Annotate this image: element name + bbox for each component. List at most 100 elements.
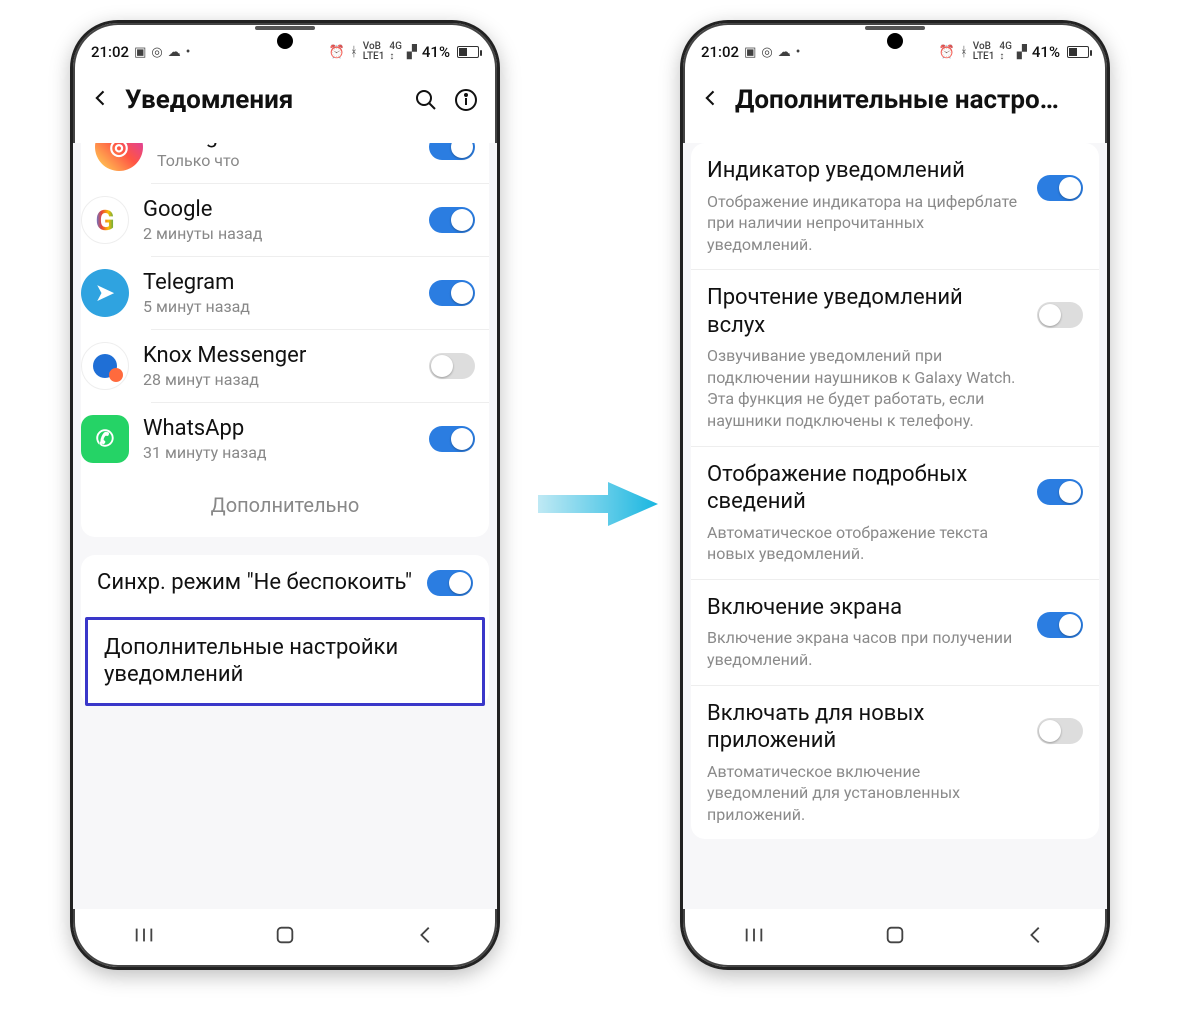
setting-title: Включать для новых приложений: [707, 700, 1023, 755]
setting-title: Индикатор уведомлений: [707, 157, 1023, 185]
volte-icon: VoBLTE1: [363, 42, 385, 62]
phone-speaker: [865, 26, 925, 30]
settings-card: Индикатор уведомлений Отображение индикат…: [691, 143, 1099, 839]
setting-toggle[interactable]: [1037, 302, 1083, 328]
app-row-google[interactable]: GGoogle2 минуты назад: [151, 183, 489, 256]
picture-icon: ▣: [744, 45, 756, 60]
home-icon[interactable]: [274, 924, 296, 950]
setting-desc: Включение экрана часов при получении уве…: [707, 627, 1023, 670]
app-toggle[interactable]: [429, 143, 475, 160]
dot-icon: •: [796, 45, 801, 60]
setting-title: Включение экрана: [707, 594, 1023, 622]
cloud-icon: ☁: [778, 45, 791, 60]
network-4g-icon: 4G↕: [389, 42, 402, 62]
bluetooth-icon: ᚼ: [960, 45, 968, 60]
page-title: Дополнительные настро…: [735, 85, 1089, 115]
home-icon[interactable]: [884, 924, 906, 950]
setting-title: Прочтение уведомлений вслух: [707, 284, 1023, 339]
app-row-whatsapp[interactable]: ✆WhatsApp31 минуту назад: [151, 402, 489, 475]
app-subtitle: 5 минут назад: [143, 297, 415, 316]
setting-row-1[interactable]: Прочтение уведомлений вслух Озвучивание у…: [691, 269, 1099, 445]
alarm-icon: ⏰: [939, 45, 955, 60]
apps-card: ◎InstagramТолько чтоGGoogle2 минуты наза…: [81, 143, 489, 537]
back-icon[interactable]: [701, 88, 721, 112]
nav-bar: [683, 915, 1107, 959]
app-toggle[interactable]: [429, 280, 475, 306]
signal-icon: ▞: [407, 45, 417, 60]
telegram-icon: ➤: [81, 269, 129, 317]
knox-icon: [81, 342, 129, 390]
dot-icon: •: [186, 45, 191, 60]
app-subtitle: 28 минут назад: [143, 370, 415, 389]
app-row-instagram[interactable]: ◎InstagramТолько что: [81, 143, 489, 183]
header: Дополнительные настро…: [683, 71, 1107, 125]
setting-toggle[interactable]: [1037, 175, 1083, 201]
camera-icon: ◎: [151, 45, 162, 60]
app-name: Instagram: [157, 143, 415, 149]
app-name: Google: [143, 197, 415, 222]
advanced-settings-label: Дополнительные настройки уведомлений: [104, 634, 466, 689]
app-row-knox[interactable]: Knox Messenger28 минут назад: [151, 329, 489, 402]
phone-camera: [277, 33, 293, 49]
app-subtitle: Только что: [157, 151, 415, 170]
signal-icon: ▞: [1017, 45, 1027, 60]
dnd-sync-label: Синхр. режим "Не беспокоить": [97, 569, 413, 597]
setting-row-2[interactable]: Отображение подробных сведений Автоматиче…: [691, 446, 1099, 579]
setting-desc: Озвучивание уведомлений при подключении …: [707, 345, 1023, 431]
phone-camera: [887, 33, 903, 49]
whatsapp-icon: ✆: [81, 415, 129, 463]
app-subtitle: 31 минуту назад: [143, 443, 415, 462]
app-toggle[interactable]: [429, 207, 475, 233]
transition-arrow-icon: [538, 480, 658, 528]
setting-row-4[interactable]: Включать для новых приложений Автоматичес…: [691, 685, 1099, 840]
battery-icon: [1067, 46, 1089, 58]
camera-icon: ◎: [761, 45, 772, 60]
battery-text: 41%: [1032, 43, 1060, 61]
setting-desc: Отображение индикатора на циферблате при…: [707, 191, 1023, 256]
nav-bar: [73, 915, 497, 959]
google-icon: G: [81, 196, 129, 244]
cloud-icon: ☁: [168, 45, 181, 60]
content-scroll[interactable]: ◎InstagramТолько чтоGGoogle2 минуты наза…: [73, 143, 497, 909]
recents-icon[interactable]: [133, 924, 155, 950]
app-subtitle: 2 минуты назад: [143, 224, 415, 243]
back-nav-icon[interactable]: [1025, 924, 1047, 950]
back-icon[interactable]: [91, 88, 111, 112]
app-toggle[interactable]: [429, 426, 475, 452]
phone-right: 21:02 ▣ ◎ ☁ • ⏰ ᚼ VoBLTE1 4G↕ ▞ 41% Допо…: [680, 20, 1110, 970]
dnd-sync-toggle[interactable]: [427, 570, 473, 596]
network-4g-icon: 4G↕: [999, 42, 1012, 62]
content-scroll[interactable]: Индикатор уведомлений Отображение индикат…: [683, 143, 1107, 909]
setting-desc: Автоматическое отображение текста новых …: [707, 522, 1023, 565]
setting-toggle[interactable]: [1037, 479, 1083, 505]
setting-desc: Автоматическое включение уведомлений для…: [707, 761, 1023, 826]
header: Уведомления: [73, 71, 497, 125]
advanced-settings-row[interactable]: Дополнительные настройки уведомлений: [85, 617, 485, 706]
app-name: WhatsApp: [143, 416, 415, 441]
app-name: Knox Messenger: [143, 343, 415, 368]
phone-speaker: [255, 26, 315, 30]
setting-toggle[interactable]: [1037, 718, 1083, 744]
setting-toggle[interactable]: [1037, 612, 1083, 638]
info-icon[interactable]: [453, 87, 479, 113]
setting-title: Отображение подробных сведений: [707, 461, 1023, 516]
back-nav-icon[interactable]: [415, 924, 437, 950]
volte-icon: VoBLTE1: [973, 42, 995, 62]
more-button[interactable]: Дополнительно: [81, 475, 489, 537]
picture-icon: ▣: [134, 45, 146, 60]
status-time: 21:02: [701, 43, 739, 61]
setting-row-0[interactable]: Индикатор уведомлений Отображение индикат…: [691, 143, 1099, 269]
recents-icon[interactable]: [743, 924, 765, 950]
bluetooth-icon: ᚼ: [350, 45, 358, 60]
extra-card: Синхр. режим "Не беспокоить" Дополнитель…: [81, 555, 489, 706]
app-row-telegram[interactable]: ➤Telegram5 минут назад: [151, 256, 489, 329]
alarm-icon: ⏰: [329, 45, 345, 60]
app-name: Telegram: [143, 270, 415, 295]
status-time: 21:02: [91, 43, 129, 61]
page-title: Уведомления: [125, 85, 399, 115]
setting-row-3[interactable]: Включение экрана Включение экрана часов п…: [691, 579, 1099, 685]
search-icon[interactable]: [413, 87, 439, 113]
phone-left: 21:02 ▣ ◎ ☁ • ⏰ ᚼ VoBLTE1 4G↕ ▞ 41% Увед…: [70, 20, 500, 970]
dnd-sync-row[interactable]: Синхр. режим "Не беспокоить": [81, 555, 489, 611]
app-toggle[interactable]: [429, 353, 475, 379]
